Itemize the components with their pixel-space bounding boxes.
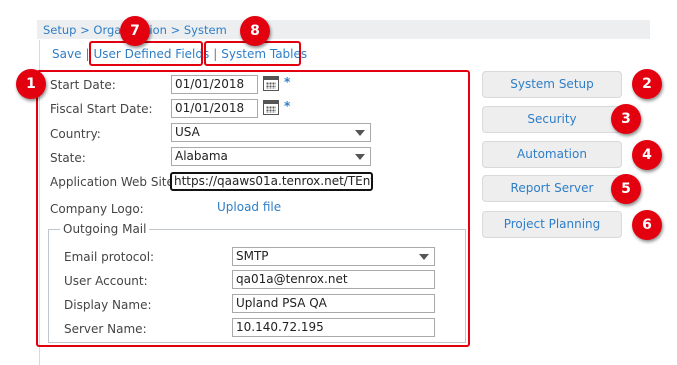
annotation-badge-4: 4 [632,140,662,170]
annotation-badge-1: 1 [16,69,46,99]
annotation-badge-3: 3 [611,104,641,134]
project-planning-button[interactable]: Project Planning [482,211,622,238]
highlight-user-defined-fields [89,41,203,66]
report-server-button[interactable]: Report Server [482,175,622,202]
annotation-badge-2: 2 [632,69,662,99]
annotation-badge-6: 6 [632,210,662,240]
annotation-badge-5: 5 [611,174,641,204]
automation-button[interactable]: Automation [482,141,622,168]
save-link[interactable]: Save [52,47,81,61]
highlight-general-settings [36,70,470,347]
annotation-badge-8: 8 [240,16,270,46]
security-button[interactable]: Security [482,106,622,133]
system-setup-button[interactable]: System Setup [482,71,622,98]
annotation-badge-7: 7 [120,16,150,46]
